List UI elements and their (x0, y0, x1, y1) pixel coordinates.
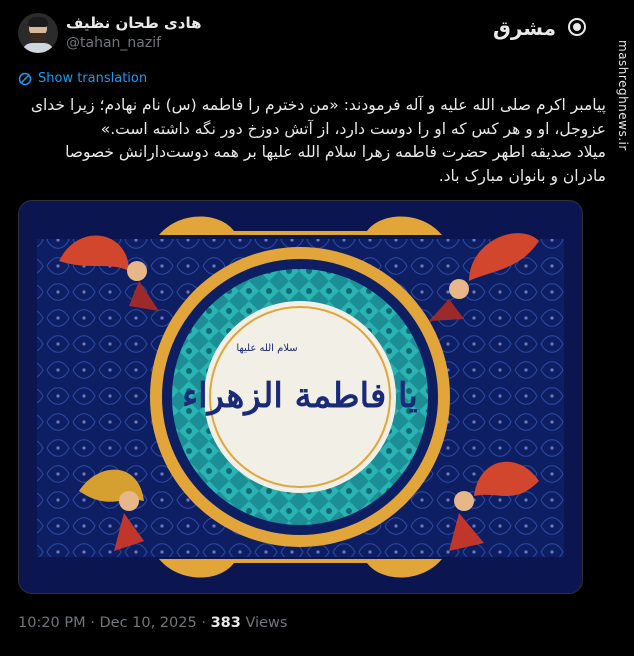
author-display-name[interactable]: هادی طحان نظیف (66, 14, 202, 32)
translate-icon (18, 72, 32, 85)
tweet-date[interactable]: Dec 10, 2025 (99, 615, 196, 631)
tweet-card: هادی طحان نظیف @tahan_nazif مشرق mashreg… (0, 0, 634, 656)
views-label: Views (245, 615, 288, 631)
tweet-time[interactable]: 10:20 PM (18, 615, 86, 631)
mashregh-logo-text: مشرق (492, 16, 556, 40)
tweet-image[interactable]: یا فاطمة الزهراء سلام الله علیها (18, 200, 583, 594)
meta-separator: · (90, 615, 95, 631)
watermark-text: mashreghnews.ir (616, 40, 630, 151)
tweet-meta: 10:20 PM · Dec 10, 2025 · 383 Views (18, 615, 287, 631)
tweet-text: پیامبر اکرم صلی الله علیه و آله فرمودند:… (30, 96, 606, 185)
calligraphy-text: یا فاطمة الزهراء (182, 376, 418, 416)
avatar-beard (30, 33, 46, 43)
avatar[interactable] (18, 13, 58, 53)
calligraphy-subtext: سلام الله علیها (236, 343, 297, 354)
meta-separator-2: · (201, 615, 206, 631)
show-translation-label[interactable]: Show translation (38, 71, 147, 86)
mashregh-logo-icon (568, 18, 586, 36)
avatar-hair (28, 17, 48, 27)
ornate-calligraphy-image: یا فاطمة الزهراء سلام الله علیها (19, 201, 582, 593)
avatar-shirt (22, 43, 54, 53)
views-count: 383 (210, 615, 241, 631)
mashregh-logo: مشرق (493, 12, 586, 42)
author-username[interactable]: @tahan_nazif (66, 35, 161, 51)
show-translation-link[interactable]: Show translation (18, 71, 147, 86)
